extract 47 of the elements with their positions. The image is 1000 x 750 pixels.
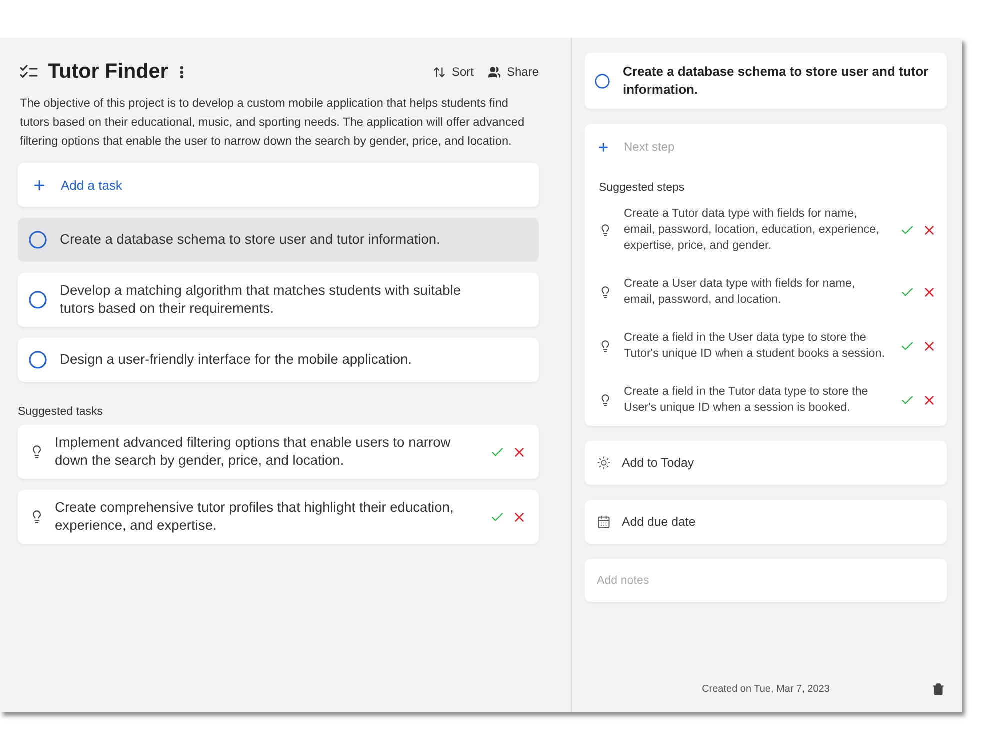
people-icon — [488, 66, 501, 78]
more-button[interactable] — [180, 66, 184, 78]
task-row[interactable]: Develop a matching algorithm that matches students with suitable tutors based on their requirements. — [18, 273, 539, 327]
step-text: Create a User data type with fields for name, email, password, and location. — [624, 276, 856, 308]
lightbulb-icon — [599, 224, 612, 236]
more-icon — [180, 66, 184, 78]
add-to-today-button[interactable]: Add to Today — [585, 441, 947, 485]
plus-icon — [597, 140, 610, 154]
step-text: Create a Tutor data type with fields for name, email, password, location, education, experience, expertise, price, and gender. — [624, 206, 880, 254]
sort-icon — [432, 66, 446, 78]
task-text: Develop a matching algorithm that matches students with suitable tutors based on their requirements. — [60, 282, 462, 318]
sun-icon — [597, 456, 611, 470]
step-text: Create a field in the User data type to store the Tutor's unique ID when a student books a session. — [624, 330, 886, 362]
step-text: Create a field in the Tutor data type to store the User's unique ID when a session is booked. — [624, 384, 870, 416]
circle-checkbox[interactable] — [595, 74, 610, 88]
add-task-input[interactable]: Add a task — [61, 175, 525, 195]
section-heading: Suggested steps — [598, 182, 686, 194]
section-heading: Suggested tasks — [18, 406, 104, 418]
lightbulb-icon — [30, 510, 44, 524]
checklist-icon — [20, 65, 38, 79]
lightbulb-icon — [599, 394, 612, 406]
circle-checkbox[interactable] — [29, 231, 47, 249]
task-text: Create a database schema to store user and tutor information. — [60, 231, 440, 249]
task-row[interactable]: Create a database schema to store user and tutor information. — [18, 218, 539, 262]
next-step-input[interactable]: Next step — [624, 137, 937, 157]
sort-button[interactable]: Sort — [432, 65, 474, 79]
delete-button[interactable] — [932, 682, 945, 696]
plus-icon — [32, 178, 47, 192]
task-title: Create a database schema to store user and tutor information. — [623, 63, 930, 99]
add-task-field[interactable]: Add a task — [18, 163, 539, 207]
trash-icon — [932, 682, 945, 696]
calendar-icon — [597, 515, 611, 529]
circle-checkbox[interactable] — [29, 291, 47, 309]
lightbulb-icon — [599, 286, 612, 298]
due-date-button[interactable]: Add due date — [585, 500, 947, 544]
lightbulb-icon — [599, 340, 612, 352]
lightbulb-icon — [30, 445, 44, 459]
notes-field[interactable]: Add notes — [585, 559, 947, 602]
circle-checkbox[interactable] — [29, 351, 47, 369]
list-title: Tutor Finder — [48, 60, 168, 84]
created-date: Created on Tue, Mar 7, 2023 — [702, 684, 830, 694]
task-row[interactable]: Design a user-friendly interface for the mobile application. — [18, 338, 539, 382]
share-button[interactable]: Share — [488, 65, 539, 79]
suggestion-text: Create comprehensive tutor profiles that highlight their education, experience, and expertise. — [55, 499, 455, 535]
suggestion-text: Implement advanced filtering options that enable users to narrow down the search by gender, price, and location. — [55, 434, 452, 470]
task-text: Design a user-friendly interface for the mobile application. — [60, 351, 412, 369]
project-description: The objective of this project is to develop a custom mobile application that helps students find tutors based on their educational, music, and sporting needs. The application will offer advanced filtering options that enable the user to narrow down the search by gender, price, and location. — [20, 95, 526, 150]
